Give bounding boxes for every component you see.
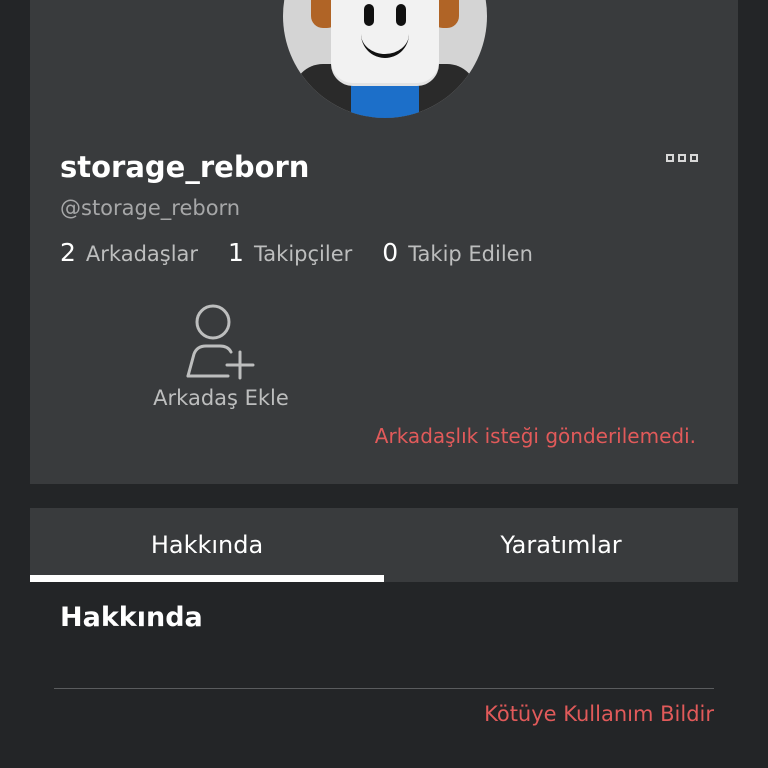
avatar[interactable] [283, 0, 487, 118]
about-section-title: Hakkında [60, 602, 203, 633]
stat-label: Arkadaşlar [85, 242, 199, 266]
tab-label: Hakkında [150, 531, 264, 559]
profile-tabs: Hakkında Yaratımlar [30, 508, 738, 582]
more-dot [678, 154, 686, 162]
more-options-icon[interactable] [666, 154, 706, 168]
add-user-icon [186, 304, 255, 380]
tab-about[interactable]: Hakkında [30, 508, 384, 582]
stat-followers[interactable]: 1 Takipçiler [228, 238, 352, 267]
divider [54, 688, 714, 689]
add-friend-button[interactable]: Arkadaş Ekle [150, 298, 292, 416]
stat-label: Takipçiler [253, 242, 353, 266]
stat-label: Takip Edilen [408, 242, 533, 266]
profile-header-card: storage_reborn @storage_reborn 2 Arkadaş… [30, 0, 738, 484]
more-dot [666, 154, 674, 162]
active-tab-indicator [30, 575, 384, 582]
avatar-torso [351, 84, 419, 118]
tab-creations[interactable]: Yaratımlar [384, 508, 738, 582]
friend-request-error: Arkadaşlık isteği gönderilemedi. [374, 424, 696, 448]
stat-count: 0 [382, 238, 399, 267]
display-name: storage_reborn [60, 150, 310, 184]
profile-stats: 2 Arkadaşlar 1 Takipçiler 0 Takip Edilen [60, 238, 563, 267]
report-abuse-link[interactable]: Kötüye Kullanım Bildir [484, 702, 714, 726]
stat-count: 1 [228, 238, 244, 267]
tab-label: Yaratımlar [500, 531, 622, 559]
profile-page: storage_reborn @storage_reborn 2 Arkadaş… [0, 0, 768, 768]
stat-friends[interactable]: 2 Arkadaşlar [60, 238, 198, 267]
stat-count: 2 [60, 238, 76, 267]
more-dot [690, 154, 698, 162]
username: @storage_reborn [60, 196, 241, 220]
stat-following[interactable]: 0 Takip Edilen [382, 238, 533, 267]
add-friend-label: Arkadaş Ekle [153, 386, 289, 410]
